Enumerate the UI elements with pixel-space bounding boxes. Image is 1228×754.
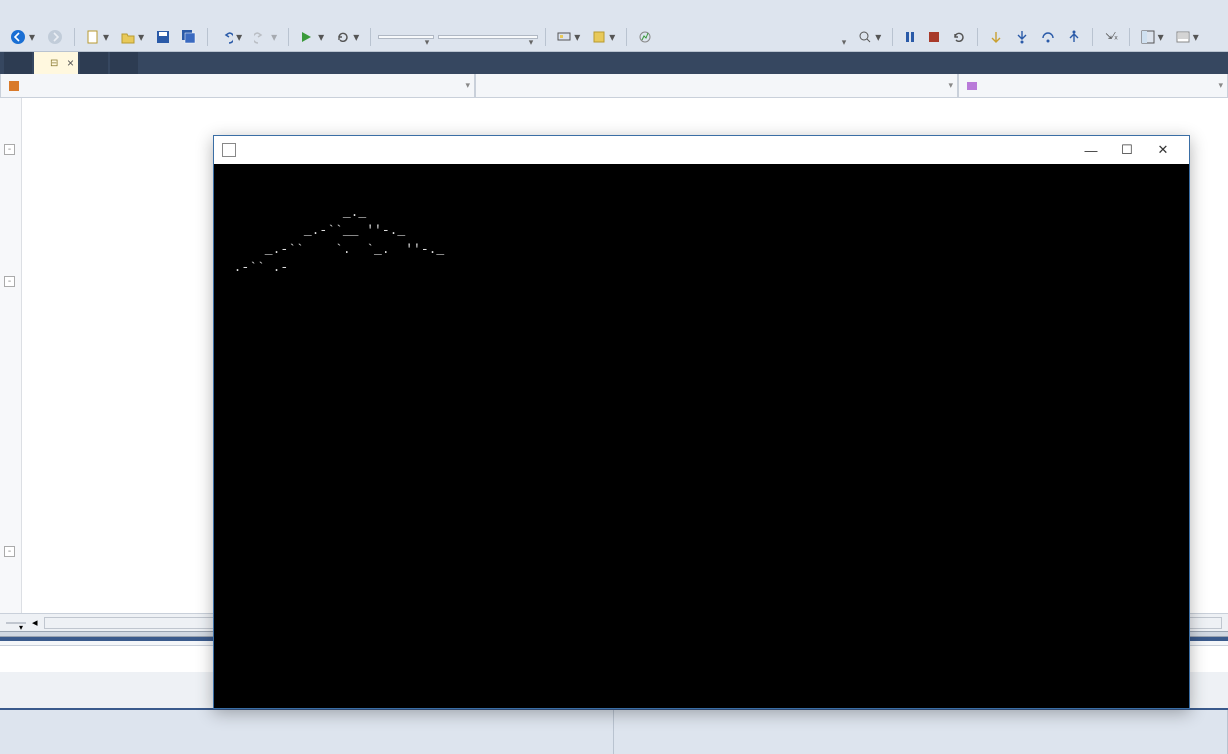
collapse-toggle[interactable]: -: [4, 144, 15, 155]
minimize-button[interactable]: —: [1073, 136, 1109, 164]
console-window[interactable]: — ☐ ✕ _._ _.-``__ ''-._ _.-`` `. `_. ''-…: [213, 135, 1190, 709]
redo-button: ▾: [250, 28, 281, 46]
insights-search-button[interactable]: ▾: [854, 28, 885, 46]
code-content: [22, 98, 38, 613]
scroll-left-button[interactable]: ◂: [32, 616, 38, 629]
find-button[interactable]: ▾: [1172, 28, 1203, 46]
continue-button[interactable]: ▾: [296, 28, 328, 46]
nav-back-button[interactable]: ▾: [6, 27, 39, 47]
tab-dict-c[interactable]: ⊟×: [34, 52, 78, 74]
nav-forward-button: [43, 27, 67, 47]
show-next-button[interactable]: [985, 28, 1007, 46]
maximize-button[interactable]: ☐: [1109, 136, 1145, 164]
pin-icon[interactable]: ⊟: [50, 58, 60, 68]
new-file-button[interactable]: ▾: [82, 28, 113, 46]
refresh-button[interactable]: ▾: [332, 28, 363, 46]
restart-button[interactable]: [948, 28, 970, 46]
code-navigation-bar: [0, 74, 1228, 98]
processes-button[interactable]: ▾: [553, 28, 584, 46]
menu-bar: [0, 0, 1228, 22]
collapse-toggle[interactable]: -: [4, 276, 15, 287]
document-tabs: ⊟×: [0, 52, 1228, 74]
step-over-button[interactable]: [1037, 28, 1059, 46]
stop-button[interactable]: [924, 29, 944, 45]
insights-selector[interactable]: [660, 36, 850, 38]
member-selector[interactable]: [958, 74, 1228, 98]
step-out-button[interactable]: [1063, 28, 1085, 46]
terminal-output[interactable]: _._ _.-``__ ''-._ _.-`` `. `_. ''-._ .-`…: [214, 164, 1189, 708]
close-icon[interactable]: ×: [67, 56, 74, 70]
insights-icon: [634, 28, 656, 46]
undo-button[interactable]: ▾: [215, 28, 246, 46]
hex-toggle-button[interactable]: ↘⁄ₓ: [1100, 29, 1121, 44]
collapse-toggle[interactable]: -: [4, 546, 15, 557]
project-selector[interactable]: [0, 74, 475, 98]
threads-button[interactable]: ▾: [588, 28, 619, 46]
save-all-button[interactable]: [178, 28, 200, 46]
tab-redis-h[interactable]: [4, 52, 32, 74]
open-file-button[interactable]: ▾: [117, 28, 148, 46]
step-into-button[interactable]: [1011, 28, 1033, 46]
configuration-selector[interactable]: [378, 35, 434, 39]
platform-selector[interactable]: [438, 35, 538, 39]
tab-redis-cli-c[interactable]: [110, 52, 138, 74]
tab-redis-c[interactable]: [80, 52, 108, 74]
outline-margin[interactable]: - - -: [0, 98, 22, 613]
pause-button[interactable]: [900, 29, 920, 45]
zoom-selector[interactable]: [6, 622, 26, 624]
save-button[interactable]: [152, 28, 174, 46]
console-titlebar[interactable]: — ☐ ✕: [214, 136, 1189, 164]
console-app-icon: [222, 143, 236, 157]
toolbar: ▾ ▾ ▾ ▾ ▾ ▾ ▾ ▾ ▾ ▾ ↘⁄ₓ ▾ ▾: [0, 22, 1228, 52]
window-layout-button[interactable]: ▾: [1137, 28, 1168, 46]
close-button[interactable]: ✕: [1145, 136, 1181, 164]
scope-selector[interactable]: [475, 74, 958, 98]
status-bar: [0, 708, 1228, 754]
